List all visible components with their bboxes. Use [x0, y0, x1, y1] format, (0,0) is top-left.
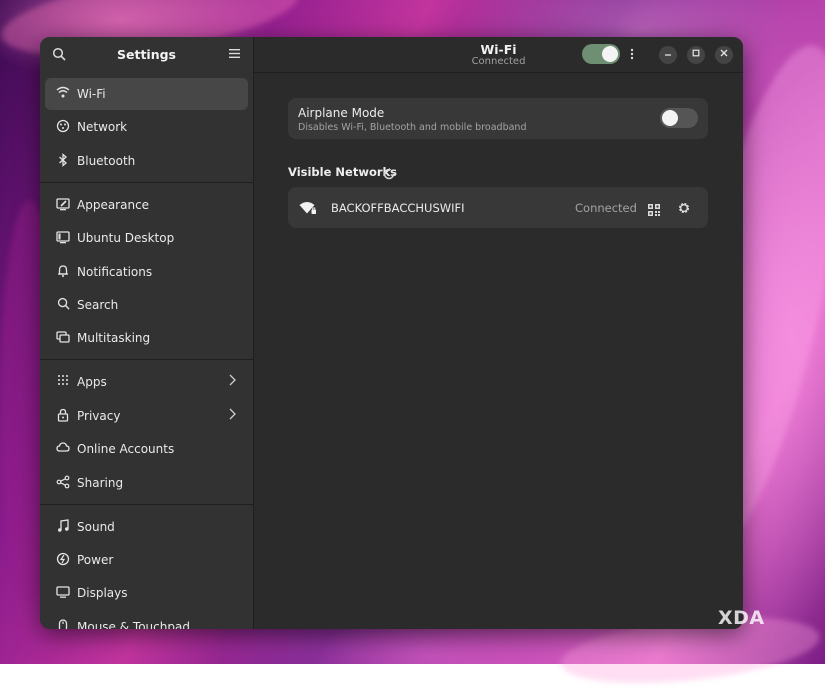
sidebar-header: Settings	[40, 37, 253, 72]
sidebar-item-label: Multitasking	[77, 331, 151, 346]
sidebar-item-label: Apps	[77, 375, 107, 390]
visible-networks-heading: Visible Networks	[288, 165, 398, 179]
bell-icon	[55, 264, 71, 280]
network-icon	[55, 119, 71, 135]
sidebar-divider	[40, 181, 253, 183]
sidebar-divider	[40, 359, 253, 361]
sidebar-item-network[interactable]: Network	[45, 111, 248, 143]
sidebar-item-notifications[interactable]: Notifications	[45, 256, 248, 288]
apps-grid-icon	[55, 374, 71, 390]
sidebar-item-label: Wi-Fi	[77, 87, 106, 101]
close-icon	[720, 49, 728, 57]
multitasking-icon	[55, 330, 71, 346]
lock-icon	[55, 408, 71, 424]
sidebar-item-label: Bluetooth	[77, 153, 136, 168]
sidebar-item-label: Appearance	[77, 197, 150, 212]
cloud-icon	[55, 441, 71, 457]
network-name: BACKOFFBACCHUSWIFI	[331, 201, 465, 215]
sidebar-divider	[40, 503, 253, 505]
sidebar-title: Settings	[116, 47, 176, 62]
close-button[interactable]	[715, 46, 733, 64]
qr-code-icon[interactable]	[648, 201, 660, 220]
toggle-knob	[602, 46, 618, 62]
sidebar-item-label: Ubuntu Desktop	[77, 231, 175, 246]
wifi-signal-icon	[299, 200, 317, 219]
airplane-mode-title: Airplane Mode	[298, 106, 385, 120]
network-status: Connected	[575, 201, 637, 215]
share-icon	[55, 475, 71, 491]
power-icon	[55, 552, 71, 568]
minimize-button[interactable]	[659, 46, 677, 64]
settings-gear-icon[interactable]	[677, 200, 691, 219]
monitor-icon	[55, 585, 71, 601]
chevron-right-icon	[228, 374, 236, 390]
sidebar-item-appearance[interactable]: Appearance	[45, 189, 248, 221]
search-icon	[55, 297, 71, 313]
toggle-knob	[662, 110, 678, 126]
sidebar-item-search[interactable]: Search	[45, 289, 248, 321]
hamburger-menu-icon[interactable]	[228, 47, 241, 65]
sidebar-item-label: Displays	[77, 586, 128, 601]
sidebar-item-label: Sound	[77, 519, 115, 534]
bluetooth-icon	[55, 152, 71, 169]
sidebar-item-sound[interactable]: Sound	[45, 511, 248, 543]
sidebar-item-label: Sharing	[77, 475, 124, 490]
wifi-toggle[interactable]	[582, 44, 620, 64]
sidebar-item-label: Online Accounts	[77, 442, 175, 457]
mouse-icon	[55, 619, 71, 629]
network-row[interactable]: BACKOFFBACCHUSWIFI Connected	[288, 187, 708, 228]
sidebar-list: Wi-Fi Network Bluetooth Appearance Ubunt…	[40, 78, 253, 629]
watermark-logo: XDA	[718, 607, 765, 629]
sidebar-item-multitasking[interactable]: Multitasking	[45, 322, 248, 354]
appearance-icon	[55, 197, 71, 213]
sidebar-item-online-accounts[interactable]: Online Accounts	[45, 433, 248, 465]
sidebar-item-bluetooth[interactable]: Bluetooth	[45, 145, 248, 177]
loading-spinner-icon	[383, 165, 395, 184]
music-note-icon	[55, 518, 71, 535]
airplane-mode-description: Disables Wi-Fi, Bluetooth and mobile bro…	[298, 122, 527, 133]
maximize-icon	[692, 49, 700, 57]
desktop-icon	[55, 230, 71, 246]
sidebar-item-ubuntu-desktop[interactable]: Ubuntu Desktop	[45, 222, 248, 254]
header-bar: Wi-Fi Connected	[254, 37, 743, 73]
sidebar-item-mouse-touchpad[interactable]: Mouse & Touchpad	[45, 611, 248, 629]
kebab-menu-icon[interactable]	[629, 47, 635, 66]
sidebar-item-privacy[interactable]: Privacy	[45, 400, 248, 432]
sidebar-item-apps[interactable]: Apps	[45, 366, 248, 398]
airplane-mode-toggle[interactable]	[660, 108, 698, 128]
sidebar-item-label: Mouse & Touchpad	[77, 619, 190, 629]
main-panel: Wi-Fi Connected Airplane Mode Disables W…	[254, 37, 743, 629]
sidebar-item-label: Privacy	[77, 408, 121, 423]
wifi-icon	[55, 86, 71, 102]
sidebar-item-label: Power	[77, 552, 114, 567]
sidebar-item-power[interactable]: Power	[45, 544, 248, 576]
sidebar-item-sharing[interactable]: Sharing	[45, 467, 248, 499]
airplane-mode-row: Airplane Mode Disables Wi-Fi, Bluetooth …	[288, 98, 708, 139]
sidebar-item-label: Notifications	[77, 264, 153, 279]
sidebar-item-displays[interactable]: Displays	[45, 577, 248, 609]
minimize-icon	[665, 54, 671, 56]
sidebar-item-wifi[interactable]: Wi-Fi	[45, 78, 248, 110]
chevron-right-icon	[228, 408, 236, 424]
sidebar: Settings Wi-Fi Network Bluetooth Appeara…	[40, 37, 254, 629]
sidebar-item-label: Search	[77, 297, 119, 312]
maximize-button[interactable]	[687, 46, 705, 64]
sidebar-item-label: Network	[77, 120, 128, 135]
settings-window: Settings Wi-Fi Network Bluetooth Appeara…	[40, 37, 743, 629]
